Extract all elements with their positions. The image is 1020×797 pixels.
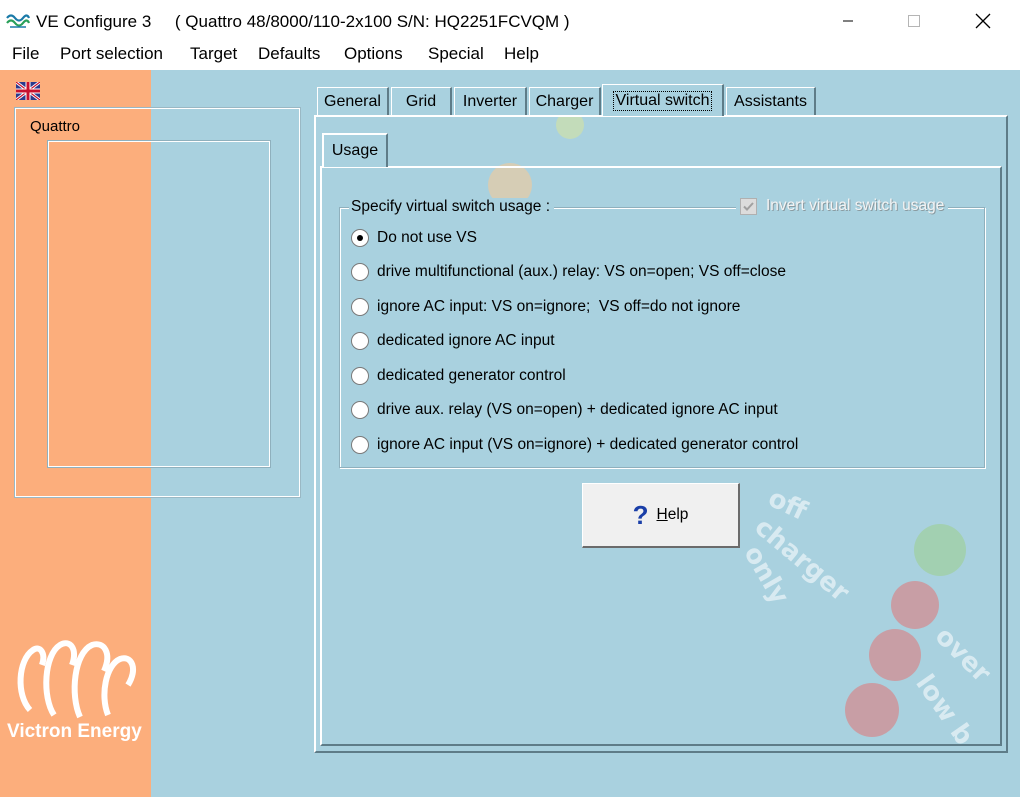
tab-virtual-switch[interactable]: Virtual switch [602, 84, 724, 116]
radio-label: dedicated generator control [377, 367, 566, 384]
menu-defaults[interactable]: Defaults [258, 44, 320, 64]
radio-label: dedicated ignore AC input [377, 332, 555, 349]
radio-label: drive multifunctional (aux.) relay: VS o… [377, 263, 786, 280]
menu-options[interactable]: Options [344, 44, 403, 64]
minimize-button[interactable] [825, 0, 871, 42]
radio-option-ignore-plus-generator[interactable]: ignore AC input (VS on=ignore) + dedicat… [351, 434, 798, 456]
menu-port-selection[interactable]: Port selection [60, 44, 163, 64]
client-area: off charger only over low b Quattro Vict… [0, 70, 1020, 797]
radio-button[interactable] [351, 298, 369, 316]
device-name: Quattro [30, 118, 81, 135]
maximize-button[interactable] [891, 0, 937, 42]
close-icon [975, 13, 991, 29]
menu-help[interactable]: Help [504, 44, 539, 64]
device-image-area [47, 140, 271, 468]
invert-checkbox[interactable] [740, 197, 757, 215]
tab-usage-label: Usage [331, 142, 379, 159]
tab-inverter-label: Inverter [462, 92, 518, 110]
radio-button[interactable] [351, 263, 369, 281]
tab-inverter[interactable]: Inverter [454, 87, 527, 115]
radio-option-generator-control[interactable]: dedicated generator control [351, 365, 566, 387]
menu-special[interactable]: Special [428, 44, 484, 64]
tab-assistants-label: Assistants [734, 92, 807, 110]
radio-button[interactable] [351, 332, 369, 350]
tab-grid-label: Grid [405, 92, 437, 110]
minimize-icon [843, 20, 853, 22]
radio-label: drive aux. relay (VS on=open) + dedicate… [377, 401, 778, 418]
maximize-icon [908, 15, 920, 27]
tab-usage[interactable]: Usage [322, 133, 388, 167]
radio-option-do-not-use[interactable]: Do not use VS [351, 227, 477, 249]
menu-bar: File Port selection Target Defaults Opti… [0, 42, 1020, 70]
radio-label: ignore AC input: VS on=ignore; VS off=do… [377, 298, 741, 315]
help-button-label: Help [656, 506, 689, 523]
tab-virtual-switch-label: Virtual switch [612, 90, 713, 111]
victron-logo-icon [17, 640, 137, 719]
radio-option-ignore-ac-input[interactable]: ignore AC input: VS on=ignore; VS off=do… [351, 296, 740, 318]
radio-button[interactable] [351, 367, 369, 385]
checkmark-icon [743, 201, 754, 211]
victron-wave-icon [6, 12, 30, 30]
help-button[interactable]: ? Help [582, 483, 740, 548]
device-panel: Quattro [14, 107, 301, 498]
close-button[interactable] [960, 0, 1006, 42]
radio-button[interactable] [351, 401, 369, 419]
radio-option-dedicated-ignore-ac[interactable]: dedicated ignore AC input [351, 330, 555, 352]
menu-file[interactable]: File [12, 44, 39, 64]
invert-checkbox-row[interactable]: Invert virtual switch usage [736, 197, 949, 215]
usage-group-label: Specify virtual switch usage : [349, 198, 555, 216]
tab-grid[interactable]: Grid [391, 87, 452, 115]
radio-option-relay-plus-ignore[interactable]: drive aux. relay (VS on=open) + dedicate… [351, 399, 778, 421]
tab-charger-label: Charger [535, 92, 594, 110]
radio-button[interactable] [351, 436, 369, 454]
title-bar: VE Configure 3 ( Quattro 48/8000/110-2x1… [0, 0, 1020, 42]
radio-label: ignore AC input (VS on=ignore) + dedicat… [377, 436, 799, 453]
brand-name: Victron Energy [7, 721, 142, 742]
radio-button[interactable] [351, 229, 369, 247]
uk-flag-icon[interactable] [16, 82, 40, 100]
tab-general[interactable]: General [317, 87, 389, 115]
tab-general-label: General [324, 92, 381, 110]
tab-assistants[interactable]: Assistants [726, 87, 816, 115]
tab-charger[interactable]: Charger [529, 87, 601, 115]
window-title: VE Configure 3 ( Quattro 48/8000/110-2x1… [36, 12, 570, 31]
radio-label: Do not use VS [377, 229, 477, 246]
menu-target[interactable]: Target [190, 44, 237, 64]
radio-option-drive-relay[interactable]: drive multifunctional (aux.) relay: VS o… [351, 261, 786, 283]
question-icon: ? [632, 499, 649, 530]
invert-checkbox-label: Invert virtual switch usage [766, 197, 945, 214]
